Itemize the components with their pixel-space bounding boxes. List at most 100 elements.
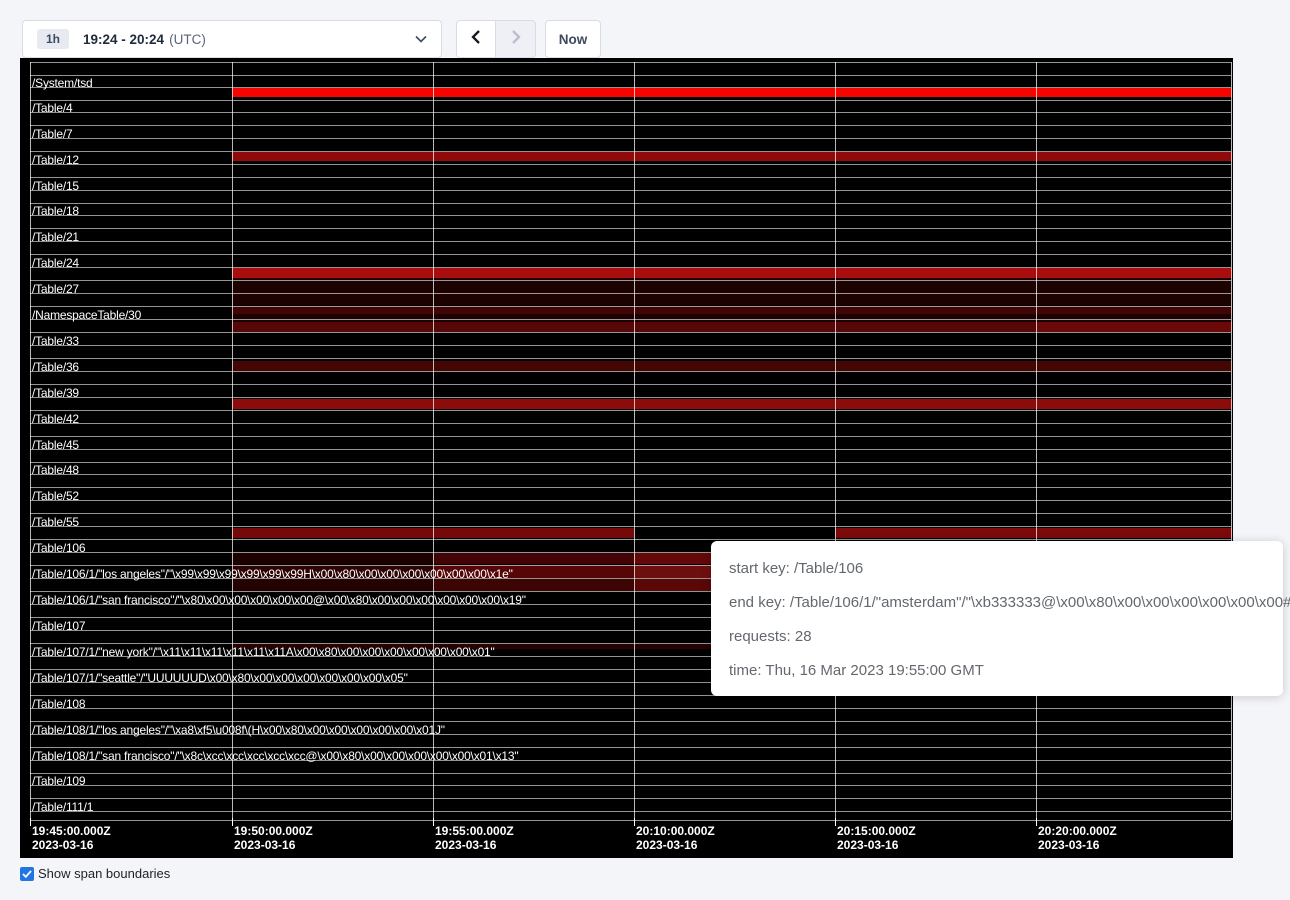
time-axis-tick xyxy=(835,818,836,826)
span-boundary-line xyxy=(30,500,1231,501)
row-label: /Table/108/1/"san francisco"/"\x8c\xcc\x… xyxy=(32,749,518,763)
span-boundary-line xyxy=(30,474,1231,475)
heat-band-segment[interactable] xyxy=(634,565,711,578)
span-boundary-line xyxy=(30,241,1231,242)
previous-interval-button[interactable] xyxy=(456,20,496,58)
span-boundary-line xyxy=(30,526,1231,527)
span-boundary-line xyxy=(30,151,1231,152)
heat-band-segment[interactable] xyxy=(232,268,1232,278)
time-gridline xyxy=(634,62,635,820)
span-boundary-line xyxy=(30,254,1231,255)
row-label: /Table/106/1/"san francisco"/"\x80\x00\x… xyxy=(32,593,526,607)
span-boundary-line xyxy=(30,203,1231,204)
row-label: /Table/27 xyxy=(32,282,79,296)
row-label: /Table/48 xyxy=(32,463,79,477)
heat-band-segment[interactable] xyxy=(634,579,711,591)
time-axis-tick xyxy=(1036,818,1037,826)
span-boundary-line xyxy=(30,384,1231,385)
heat-band-segment[interactable] xyxy=(232,314,1232,323)
span-boundary-line xyxy=(30,306,1231,307)
span-boundary-line xyxy=(30,164,1231,165)
chevron-right-icon xyxy=(510,29,522,50)
span-boundary-line xyxy=(30,112,1231,113)
time-axis-label: 20:10:00.000Z2023-03-16 xyxy=(636,824,715,852)
row-label: /Table/107/1/"new york"/"\x11\x11\x11\x1… xyxy=(32,645,495,659)
row-label: /Table/108/1/"los angeles"/"\xa8\xf5\u00… xyxy=(32,723,445,737)
key-visualizer-heatmap[interactable]: 19:45:00.000Z2023-03-16 19:50:00.000Z2023… xyxy=(20,58,1233,858)
time-gridline xyxy=(1231,62,1232,820)
time-range-dropdown[interactable]: 1h 19:24 - 20:24 (UTC) xyxy=(22,20,442,58)
row-label: /Table/108 xyxy=(32,697,85,711)
row-label: /Table/106 xyxy=(32,541,85,555)
checkbox-checked-icon[interactable] xyxy=(20,867,34,881)
span-boundary-line xyxy=(30,785,1231,786)
row-label: /Table/55 xyxy=(32,515,79,529)
tooltip-start-key: start key: /Table/106 xyxy=(729,558,1265,579)
row-label: /Table/39 xyxy=(32,386,79,400)
span-boundary-line xyxy=(30,215,1231,216)
row-label: /Table/107/1/"seattle"/"UUUUUUD\x00\x80\… xyxy=(32,671,408,685)
row-label: /Table/52 xyxy=(32,489,79,503)
time-axis-tick xyxy=(30,818,31,826)
time-axis-tick xyxy=(634,818,635,826)
span-boundary-line xyxy=(30,449,1231,450)
row-label: /Table/24 xyxy=(32,256,79,270)
time-axis-label: 19:45:00.000Z2023-03-16 xyxy=(32,824,111,852)
row-label: /Table/45 xyxy=(32,438,79,452)
span-boundary-line xyxy=(30,177,1231,178)
show-span-boundaries-label: Show span boundaries xyxy=(38,866,170,881)
span-boundary-line xyxy=(30,462,1231,463)
time-gridline xyxy=(232,62,233,820)
heat-band-segment[interactable] xyxy=(232,361,1232,371)
span-boundary-line xyxy=(30,820,1231,821)
heat-band-segment[interactable] xyxy=(232,278,1232,306)
time-gridline xyxy=(835,62,836,820)
row-label: /Table/109 xyxy=(32,774,85,788)
heat-band-segment[interactable] xyxy=(232,306,1232,314)
heat-band-segment[interactable] xyxy=(835,528,1232,538)
time-gridline xyxy=(1036,62,1037,820)
row-label: /Table/12 xyxy=(32,153,79,167)
time-axis-label: 19:50:00.000Z2023-03-16 xyxy=(234,824,313,852)
span-boundary-line xyxy=(30,708,1231,709)
span-boundary-line xyxy=(30,332,1231,333)
next-interval-button[interactable] xyxy=(496,20,536,58)
span-boundary-line xyxy=(30,345,1231,346)
key-visualizer-page: 1h 19:24 - 20:24 (UTC) Now 19:45:00.000Z… xyxy=(0,0,1290,900)
heat-band-segment[interactable] xyxy=(1036,322,1232,332)
span-boundary-line xyxy=(30,100,1231,101)
row-label: /System/tsd xyxy=(32,76,92,90)
cell-tooltip: start key: /Table/106 end key: /Table/10… xyxy=(711,541,1283,696)
row-label: /Table/42 xyxy=(32,412,79,426)
heat-band-segment[interactable] xyxy=(232,399,1232,410)
span-boundary-line xyxy=(30,87,1231,88)
row-label: /Table/21 xyxy=(32,230,79,244)
now-button[interactable]: Now xyxy=(545,20,601,58)
row-label: /Table/36 xyxy=(32,360,79,374)
heat-band-segment[interactable] xyxy=(232,553,433,565)
time-axis-tick xyxy=(433,818,434,826)
time-range-value: 19:24 - 20:24 xyxy=(83,32,164,47)
tooltip-time: time: Thu, 16 Mar 2023 19:55:00 GMT xyxy=(729,660,1265,681)
time-axis-label: 20:20:00.000Z2023-03-16 xyxy=(1038,824,1117,852)
heat-band-segment[interactable] xyxy=(634,553,711,565)
row-label: /Table/15 xyxy=(32,179,79,193)
row-label: /Table/33 xyxy=(32,334,79,348)
span-boundary-line xyxy=(30,125,1231,126)
span-boundary-line xyxy=(30,62,1231,63)
span-boundary-line xyxy=(30,773,1231,774)
heat-band-segment[interactable] xyxy=(232,88,1232,98)
span-boundary-line xyxy=(30,267,1231,268)
span-boundary-line xyxy=(30,513,1231,514)
time-gridline xyxy=(30,62,31,820)
tooltip-end-key: end key: /Table/106/1/"amsterdam"/"\xb33… xyxy=(729,592,1265,613)
span-boundary-line xyxy=(30,423,1231,424)
time-axis-tick xyxy=(232,818,233,826)
span-boundary-line xyxy=(30,358,1231,359)
heat-band-segment[interactable] xyxy=(232,152,1232,162)
time-range-timezone: (UTC) xyxy=(169,32,206,47)
time-gridline xyxy=(433,62,434,820)
span-boundary-line xyxy=(30,319,1231,320)
heat-band-segment[interactable] xyxy=(433,553,634,565)
show-span-boundaries-toggle[interactable]: Show span boundaries xyxy=(20,866,170,881)
